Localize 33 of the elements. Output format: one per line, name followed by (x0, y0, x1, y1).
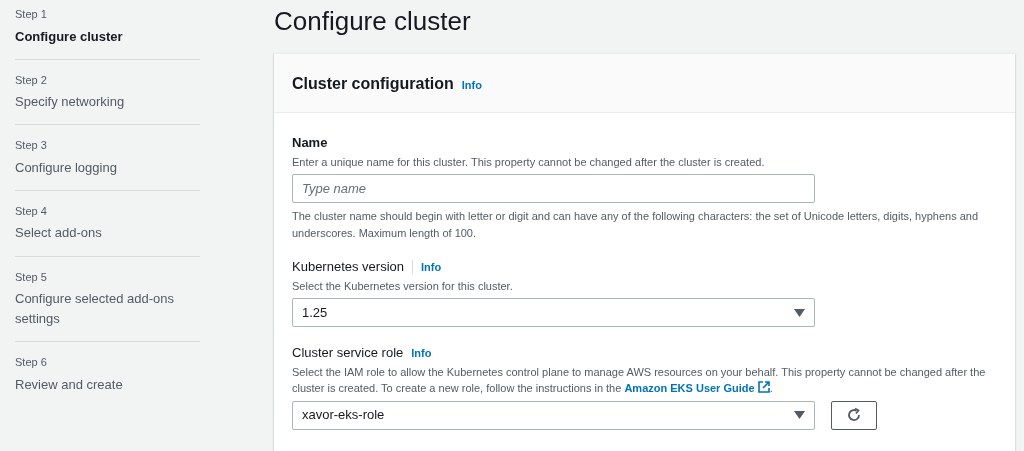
caret-icon (794, 308, 805, 317)
info-link[interactable]: Info (461, 77, 482, 94)
user-guide-link[interactable]: Amazon EKS User Guide (624, 382, 770, 395)
field-label: Cluster service role (292, 344, 404, 363)
step-link[interactable]: Configure cluster (15, 26, 200, 47)
caret-icon (794, 411, 805, 420)
step-link[interactable]: Configure selected add-ons settings (15, 289, 200, 330)
field-description: Enter a unique name for this cluster. This property cannot be changed after the cluster is created. (292, 154, 766, 170)
info-link[interactable]: Info (421, 258, 442, 276)
step-number: Step 1 (15, 7, 48, 22)
step-number: Step 4 (15, 203, 48, 219)
step-link[interactable]: Review and create (15, 374, 200, 395)
step-link[interactable]: Configure logging (15, 157, 200, 178)
name-input[interactable]: Type name (292, 174, 815, 204)
field-label: Kubernetes version (292, 258, 404, 277)
step-number: Step 6 (15, 355, 48, 371)
field-constraint: The cluster name should begin with letter or digit and can have any of the following characters: the set of Unicode letters, digits, hyphens and underscores. Maximum length of 100. (292, 209, 980, 241)
refresh-icon (846, 407, 862, 424)
panel-title: Cluster configuration (292, 74, 454, 95)
step-link[interactable]: Select add-ons (15, 223, 200, 244)
step-number: Step 2 (15, 72, 48, 88)
external-link-icon (757, 381, 770, 394)
step-number: Step 5 (15, 269, 48, 285)
refresh-button[interactable] (831, 400, 877, 430)
field-label: Name (292, 134, 328, 153)
field-description: Select the IAM role to allow the Kubernetes control plane to manage AWS resources on your behalf. This property cannot be changed after the cluster is created. To create a new role, follow the instructions in the Amazon EKS User Guide . (292, 364, 987, 397)
page-title: Configure cluster (274, 6, 472, 38)
info-link[interactable]: Info (411, 344, 432, 362)
step-link[interactable]: Specify networking (15, 92, 200, 113)
step-number: Step 3 (15, 138, 48, 154)
select-field[interactable]: xavor-eks-role (292, 400, 815, 430)
field-description: Select the Kubernetes version for this cluster. (292, 278, 514, 294)
select-field[interactable]: 1.25 (292, 298, 815, 328)
